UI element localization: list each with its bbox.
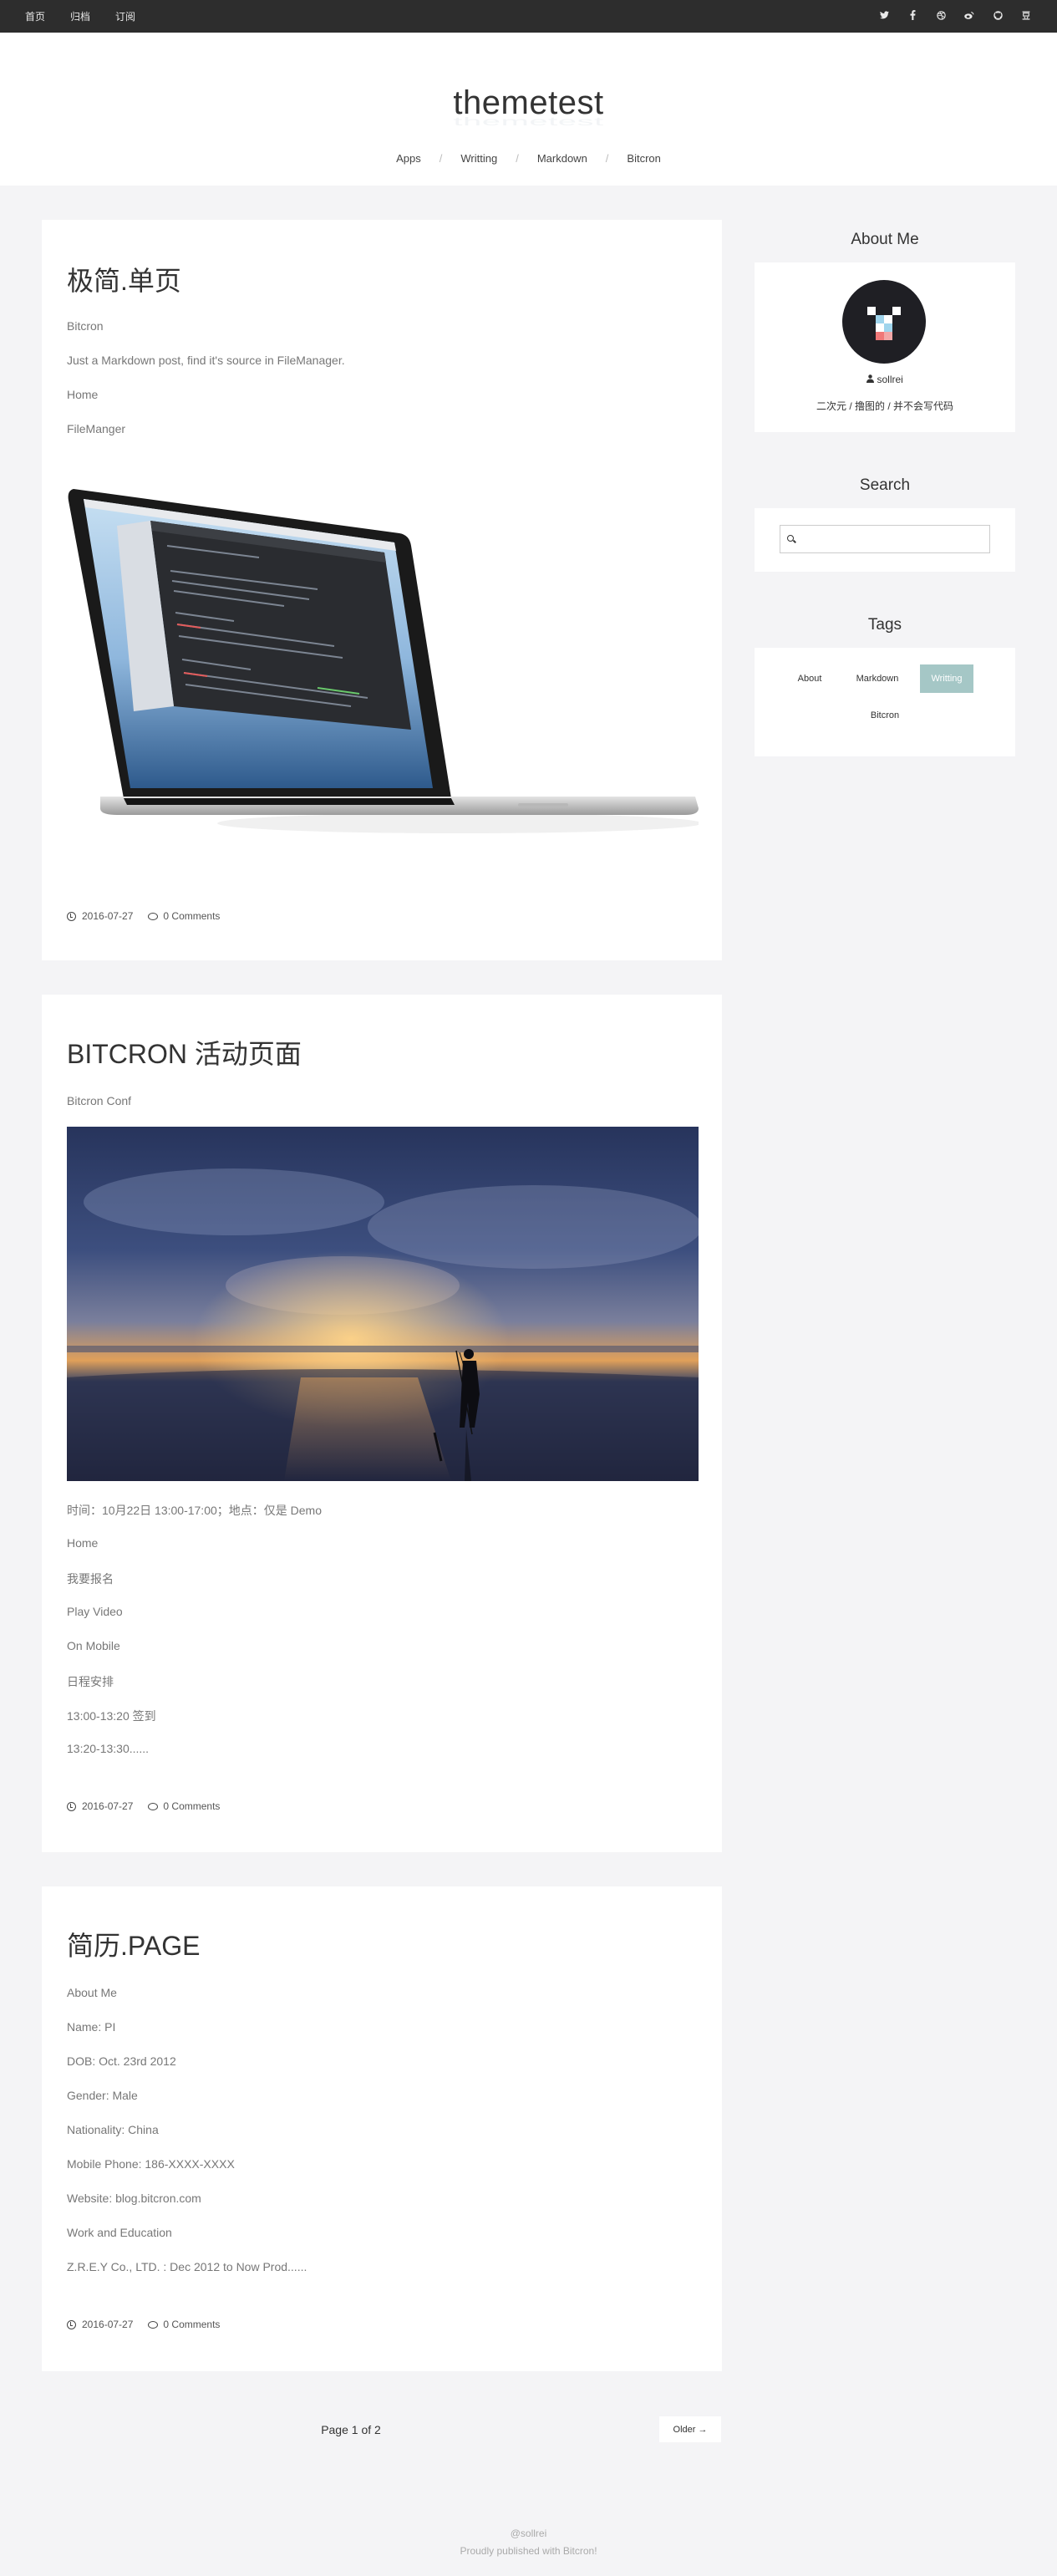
top-nav-home[interactable]: 首页 xyxy=(25,9,45,23)
post-meta: 2016-07-27 0 Comments xyxy=(67,910,220,922)
clock-icon xyxy=(67,2319,76,2329)
site-header: themetest themetest Apps / Writting / Ma… xyxy=(0,33,1057,186)
post-text-line: Name: PI xyxy=(67,2020,116,2034)
post-date: 2016-07-27 xyxy=(82,1800,134,1812)
post-text-line: Z.R.E.Y Co., LTD. : Dec 2012 to Now Prod… xyxy=(67,2260,307,2273)
sunset-fishing-photo xyxy=(67,1127,702,1481)
about-widget: sollrei 二次元 / 撸图的 / 并不会写代码 xyxy=(755,262,1015,432)
top-nav: 首页 归档 订阅 xyxy=(25,0,135,33)
top-bar: 首页 归档 订阅 xyxy=(0,0,1057,33)
post-text-line: 我要报名 xyxy=(67,1572,114,1586)
search-icon xyxy=(787,535,794,542)
post-comments-link[interactable]: 0 Comments xyxy=(163,2319,220,2330)
nav-item-markdown[interactable]: Markdown xyxy=(537,152,587,165)
post-text-line: Home xyxy=(67,1536,99,1550)
post-card: 简历.PAGE About Me Name: PI DOB: Oct. 23rd… xyxy=(42,1886,722,2371)
post-comments-link[interactable]: 0 Comments xyxy=(163,1800,220,1812)
social-links xyxy=(878,0,1032,33)
post-meta: 2016-07-27 0 Comments xyxy=(67,2319,220,2330)
post-text-line: 13:20-13:30...... xyxy=(67,1742,150,1755)
post-text-line: Work and Education xyxy=(67,2226,172,2239)
clock-icon xyxy=(67,1801,76,1811)
post-comments-link[interactable]: 0 Comments xyxy=(163,910,220,922)
main-nav: Apps / Writting / Markdown / Bitcron xyxy=(0,152,1057,165)
post-text-line: Just a Markdown post, find it's source i… xyxy=(67,354,345,367)
post-subtitle: Bitcron Conf xyxy=(67,1094,132,1107)
post-text-line: Nationality: China xyxy=(67,2123,159,2136)
post-title[interactable]: BITCRON 活动页面 xyxy=(67,1033,302,1072)
douban-icon[interactable] xyxy=(1020,11,1032,23)
footer-author[interactable]: @sollrei xyxy=(0,2528,1057,2539)
post-text-line: Home xyxy=(67,388,99,401)
comment-icon xyxy=(148,1802,159,1810)
avatar[interactable] xyxy=(842,280,926,364)
top-nav-subscribe[interactable]: 订阅 xyxy=(115,9,135,23)
tag-about[interactable]: About xyxy=(784,664,836,693)
facebook-icon[interactable] xyxy=(907,10,918,23)
tags-widget-title: Tags xyxy=(867,616,902,634)
post-date: 2016-07-27 xyxy=(82,2319,134,2330)
clock-icon xyxy=(67,911,76,921)
comment-icon xyxy=(148,912,159,920)
user-icon xyxy=(866,374,877,385)
post-text-line: Bitcron xyxy=(67,319,104,333)
twitter-icon[interactable] xyxy=(878,11,890,22)
post-text-line: 日程安排 xyxy=(67,1675,114,1688)
post-title[interactable]: 极简.单页 xyxy=(67,260,181,298)
tags-widget: About Markdown Writting Bitcron xyxy=(755,648,1015,756)
nav-item-writting[interactable]: Writting xyxy=(460,152,497,165)
post-text-line: 13:00-13:20 签到 xyxy=(67,1709,156,1723)
post-text-line: Play Video xyxy=(67,1605,123,1618)
older-posts-button[interactable]: Older → xyxy=(659,2416,721,2442)
post-text-line: On Mobile xyxy=(67,1639,120,1652)
github-icon[interactable] xyxy=(992,10,1004,23)
dribbble-icon[interactable] xyxy=(935,10,947,23)
post-card: 极简.单页 Bitcron Just a Markdown post, find… xyxy=(42,220,722,960)
weibo-icon[interactable] xyxy=(963,11,975,23)
post-text-line: DOB: Oct. 23rd 2012 xyxy=(67,2054,176,2068)
tag-bitcron[interactable]: Bitcron xyxy=(855,701,915,730)
footer-credit: Proudly published with Bitcron! xyxy=(460,2545,597,2557)
post-card: BITCRON 活动页面 Bitcron Conf 时间：10月22日 13:0… xyxy=(42,995,722,1852)
search-input[interactable] xyxy=(780,525,990,553)
top-nav-archive[interactable]: 归档 xyxy=(70,9,90,23)
post-meta: 2016-07-27 0 Comments xyxy=(67,1800,220,1812)
nav-separator: / xyxy=(605,152,609,165)
user-bio: 二次元 / 撸图的 / 并不会写代码 xyxy=(816,400,953,412)
tag-markdown[interactable]: Markdown xyxy=(844,664,911,693)
post-text-line: Mobile Phone: 186-XXXX-XXXX xyxy=(67,2157,235,2171)
post-text-line: 时间：10月22日 13:00-17:00；地点：仅是 Demo xyxy=(67,1504,322,1517)
username-text: sollrei xyxy=(877,374,903,385)
nav-item-apps[interactable]: Apps xyxy=(396,152,421,165)
tag-writting[interactable]: Writting xyxy=(920,664,973,693)
search-widget xyxy=(755,508,1015,572)
username: sollrei xyxy=(755,374,1015,385)
about-widget-title: About Me xyxy=(851,231,919,248)
site-title[interactable]: themetest xyxy=(0,84,1057,122)
laptop-image xyxy=(67,487,702,838)
comment-icon xyxy=(148,2320,159,2329)
post-text-line: FileManger xyxy=(67,422,126,435)
nav-separator: / xyxy=(516,152,519,165)
post-text-line: Website: blog.bitcron.com xyxy=(67,2192,201,2205)
post-text-line: About Me xyxy=(67,1986,117,1999)
post-title[interactable]: 简历.PAGE xyxy=(67,1925,200,1963)
search-widget-title: Search xyxy=(859,476,911,494)
nav-separator: / xyxy=(439,152,443,165)
post-date: 2016-07-27 xyxy=(82,910,134,922)
page-indicator: Page 1 of 2 xyxy=(321,2423,381,2436)
post-text-line: Gender: Male xyxy=(67,2089,138,2102)
nav-item-bitcron[interactable]: Bitcron xyxy=(627,152,660,165)
